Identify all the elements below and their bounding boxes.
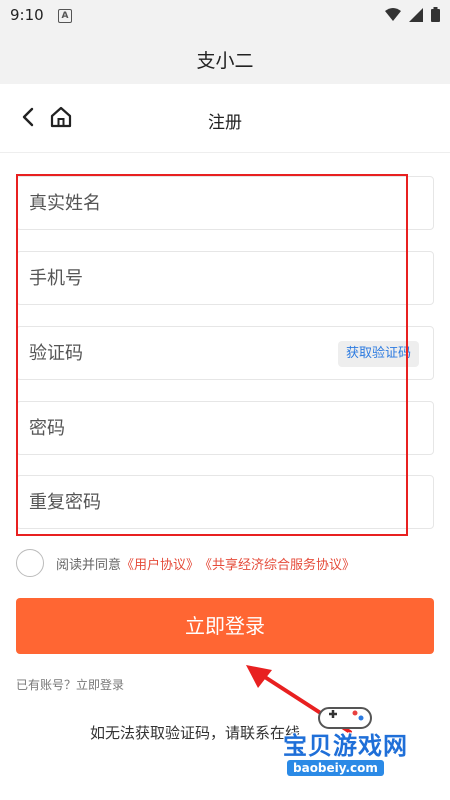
agree-checkbox[interactable] xyxy=(16,549,44,577)
signal-icon xyxy=(409,7,423,22)
code-field: 获取验证码 xyxy=(16,326,434,380)
nav-bar: 注册 xyxy=(0,84,450,153)
agreement-row: 阅读并同意 《用户协议》 《共享经济综合服务协议》 xyxy=(16,548,355,578)
repeat-password-field xyxy=(16,475,434,529)
home-button[interactable] xyxy=(48,104,74,130)
battery-icon xyxy=(431,7,440,22)
password-field xyxy=(16,401,434,455)
phone-field xyxy=(16,251,434,305)
app-bar: 支小二 xyxy=(0,32,450,84)
watermark-url: baobeiy.com xyxy=(287,760,384,776)
status-icons xyxy=(385,7,440,22)
wifi-icon xyxy=(385,7,401,21)
status-time: 9:10 xyxy=(10,6,44,24)
login-prompt-text: 已有账号？ xyxy=(16,678,77,692)
name-input[interactable] xyxy=(17,177,433,229)
password-input[interactable] xyxy=(17,402,433,454)
repeat-password-input[interactable] xyxy=(17,476,433,528)
user-agreement-link[interactable]: 《用户协议》 xyxy=(121,554,199,573)
service-agreement-link[interactable]: 《共享经济综合服务协议》 xyxy=(199,554,355,573)
phone-input[interactable] xyxy=(17,252,433,304)
app-title: 支小二 xyxy=(196,50,254,72)
login-link[interactable]: 立即登录 xyxy=(76,678,124,692)
name-field xyxy=(16,176,434,230)
back-button[interactable] xyxy=(16,104,42,130)
chevron-left-icon xyxy=(22,107,34,127)
watermark: 宝贝游戏网 baobeiy.com xyxy=(275,700,445,785)
login-prompt: 已有账号？立即登录 xyxy=(16,676,124,693)
watermark-title: 宝贝游戏网 xyxy=(283,732,408,760)
submit-button[interactable]: 立即登录 xyxy=(16,598,434,654)
get-code-button[interactable]: 获取验证码 xyxy=(337,341,419,367)
agreement-prefix: 阅读并同意 xyxy=(56,557,122,573)
status-bar: 9:10 A xyxy=(0,0,450,32)
notification-icon: A xyxy=(58,9,72,23)
home-icon xyxy=(50,106,72,128)
